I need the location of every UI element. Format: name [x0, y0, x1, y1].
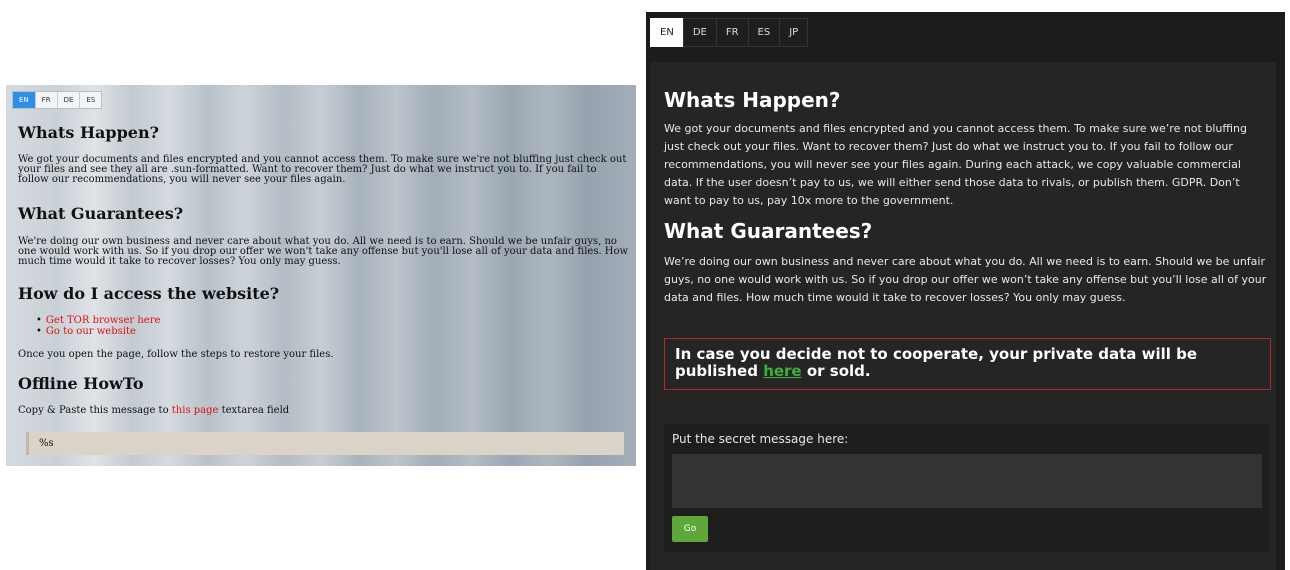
heading-whats-happen: Whats Happen?	[664, 88, 841, 112]
copy-paste-text: Copy & Paste this message to	[18, 405, 172, 416]
content-panel: Whats Happen? We got your documents and …	[650, 62, 1276, 570]
right-ransom-page: EN DE FR ES JP Whats Happen? We got your…	[646, 12, 1285, 570]
warning-box: In case you decide not to cooperate, you…	[664, 338, 1271, 390]
lang-tab-es[interactable]: ES	[80, 92, 101, 108]
paragraph-whats-happen: We got your documents and files encrypte…	[18, 154, 627, 185]
warning-text: In case you decide not to cooperate, you…	[675, 345, 1198, 380]
warning-suffix: or sold.	[801, 362, 871, 380]
secret-message-textarea[interactable]	[672, 454, 1262, 508]
lang-tab-es[interactable]: ES	[747, 18, 781, 47]
list-item: Get TOR browser here	[36, 315, 161, 326]
lang-tab-fr[interactable]: FR	[715, 18, 749, 47]
website-link[interactable]: Go to our website	[46, 326, 136, 337]
heading-what-guarantees: What Guarantees?	[664, 219, 873, 243]
heading-access-website: How do I access the website?	[18, 284, 280, 303]
paragraph-what-guarantees: We're doing our own business and never c…	[18, 236, 629, 267]
paragraph-copy-paste: Copy & Paste this message to this page t…	[18, 406, 630, 416]
paragraph-open-page: Once you open the page, follow the steps…	[18, 349, 334, 360]
message-box: %s	[26, 432, 624, 455]
lang-tab-fr[interactable]: FR	[36, 92, 58, 108]
heading-whats-happen: Whats Happen?	[18, 123, 159, 142]
lang-tab-jp[interactable]: JP	[779, 18, 809, 47]
secret-message-label: Put the secret message here:	[672, 432, 849, 446]
paragraph-what-guarantees: We’re doing our own business and never c…	[664, 255, 1267, 304]
lang-tab-de[interactable]: DE	[58, 92, 81, 108]
lang-tab-en[interactable]: EN	[650, 18, 684, 47]
lang-tab-en[interactable]: EN	[13, 92, 36, 108]
secret-message-form: Put the secret message here: Go	[664, 424, 1270, 552]
tor-browser-link[interactable]: Get TOR browser here	[46, 315, 161, 326]
language-tabs: EN FR DE ES	[12, 91, 103, 109]
language-tabs: EN DE FR ES JP	[650, 18, 809, 47]
published-here-link[interactable]: here	[763, 362, 801, 380]
left-ransom-page: EN FR DE ES Whats Happen? We got your do…	[6, 85, 636, 466]
go-button[interactable]: Go	[672, 516, 708, 542]
heading-offline-howto: Offline HowTo	[18, 374, 144, 393]
list-item: Go to our website	[36, 326, 160, 337]
lang-tab-de[interactable]: DE	[682, 18, 717, 47]
paragraph-whats-happen: We got your documents and files encrypte…	[664, 122, 1247, 207]
this-page-link[interactable]: this page	[172, 405, 219, 416]
copy-paste-suffix: textarea field	[218, 405, 290, 416]
access-links-list: Get TOR browser here Go to our website	[36, 315, 161, 337]
heading-what-guarantees: What Guarantees?	[18, 204, 184, 223]
